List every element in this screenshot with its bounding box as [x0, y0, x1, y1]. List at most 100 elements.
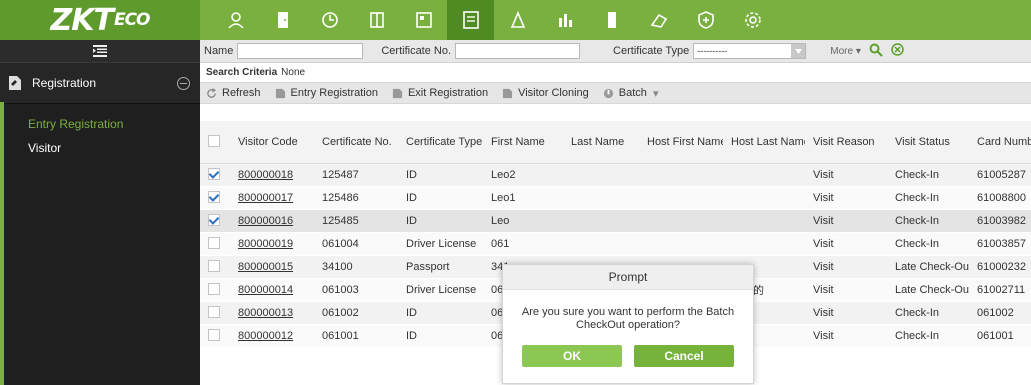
table-cell-type: ID [398, 209, 483, 233]
column-header[interactable]: Host First Name [639, 121, 723, 164]
sidebar-section-label: Registration [32, 76, 97, 90]
table-cell-code[interactable]: 800000017 [230, 186, 314, 210]
visitor-code-link[interactable]: 800000016 [238, 215, 293, 227]
row-select-cell[interactable] [200, 232, 230, 256]
column-header[interactable]: Card Numb [969, 121, 1031, 164]
table-cell-hostf [639, 232, 723, 256]
table-cell-type: Passport [398, 255, 483, 279]
active-indicator [0, 102, 4, 385]
column-header[interactable]: Visit Status [887, 121, 969, 164]
time-attendance-icon[interactable] [306, 0, 353, 40]
system-icon[interactable] [729, 0, 776, 40]
table-cell-card: 61003982 [969, 209, 1031, 233]
visitor-code-link[interactable]: 800000017 [238, 192, 293, 204]
clear-search-icon[interactable] [891, 43, 904, 59]
batch-menu-button[interactable]: Batch ▾ [603, 87, 658, 100]
row-select-cell[interactable] [200, 324, 230, 348]
row-checkbox[interactable] [208, 305, 220, 318]
table-cell-code[interactable]: 800000016 [230, 209, 314, 233]
column-header[interactable]: Certificate No. [314, 121, 398, 164]
sidebar-toggle[interactable] [0, 40, 200, 63]
elevator-icon[interactable] [353, 0, 400, 40]
visitor-icon[interactable] [447, 0, 494, 40]
table-cell-cert: 061004 [314, 232, 398, 256]
sidebar-section-registration[interactable]: Registration [0, 63, 200, 104]
more-link[interactable]: More ▾ [830, 46, 861, 57]
vms-icon[interactable] [635, 0, 682, 40]
row-checkbox[interactable] [208, 190, 220, 203]
table-cell-code[interactable]: 800000018 [230, 163, 314, 187]
sidebar-item-entry-registration[interactable]: Entry Registration [0, 112, 200, 136]
device-icon[interactable] [588, 0, 635, 40]
table-cell-code[interactable]: 800000019 [230, 232, 314, 256]
table-cell-code[interactable]: 800000013 [230, 301, 314, 325]
table-cell-last [563, 186, 639, 210]
table-row[interactable]: 800000018 125487 ID Leo2 Visit Check-In 610052… [200, 163, 1031, 187]
table-row[interactable]: 800000016 125485 ID Leo Visit Check-In 6100398… [200, 209, 1031, 233]
column-header[interactable]: Certificate Type [398, 121, 483, 164]
row-select-cell[interactable] [200, 163, 230, 187]
visitor-code-link[interactable]: 800000012 [238, 330, 293, 342]
dropdown-arrow-icon[interactable] [791, 44, 806, 58]
table-cell-cert: 061003 [314, 278, 398, 302]
row-select-cell[interactable] [200, 209, 230, 233]
row-select-cell[interactable] [200, 278, 230, 302]
patrol-icon[interactable] [541, 0, 588, 40]
sidebar: Registration Entry Registration Visitor [0, 40, 200, 385]
name-input[interactable] [237, 43, 364, 59]
cancel-button[interactable]: Cancel [634, 345, 734, 367]
row-checkbox[interactable] [208, 282, 220, 295]
access-door-icon[interactable] [259, 0, 306, 40]
table-cell-reason: Visit [805, 278, 887, 302]
table-row[interactable]: 800000017 125486 ID Leo1 Visit Check-In 610088… [200, 186, 1031, 210]
column-header[interactable]: Host Last Name [723, 121, 805, 164]
exit-registration-button[interactable]: Exit Registration [392, 87, 488, 99]
table-cell-status: Check-In [887, 209, 969, 233]
row-checkbox[interactable] [208, 213, 220, 226]
floor-icon[interactable] [400, 0, 447, 40]
parking-icon[interactable] [494, 0, 541, 40]
search-criteria-label: Search Criteria [206, 67, 278, 78]
dialog-message: Are you sure you want to perform the Bat… [521, 306, 735, 331]
row-select-cell[interactable] [200, 255, 230, 279]
row-select-cell[interactable] [200, 186, 230, 210]
table-cell-cert: 125486 [314, 186, 398, 210]
table-cell-code[interactable]: 800000015 [230, 255, 314, 279]
search-icon[interactable] [869, 43, 883, 60]
visitor-code-link[interactable]: 800000019 [238, 238, 293, 250]
ok-button[interactable]: OK [522, 345, 622, 367]
table-row[interactable]: 800000019 061004 Driver License 061 Visit Che… [200, 232, 1031, 256]
table-cell-code[interactable]: 800000012 [230, 324, 314, 348]
table-cell-reason: Visit [805, 209, 887, 233]
personnel-icon[interactable] [212, 0, 259, 40]
table-cell-code[interactable]: 800000014 [230, 278, 314, 302]
table-cell-hostf [639, 163, 723, 187]
table-cell-reason: Visit [805, 232, 887, 256]
visitor-code-link[interactable]: 800000015 [238, 261, 293, 273]
certificate-no-input[interactable] [455, 43, 581, 59]
select-all-checkbox[interactable] [208, 134, 220, 147]
certificate-type-value: ---------- [697, 46, 728, 56]
entry-registration-button[interactable]: Entry Registration [275, 87, 378, 99]
row-checkbox[interactable] [208, 328, 220, 341]
visitor-cloning-button[interactable]: Visitor Cloning [502, 87, 589, 99]
security-icon[interactable] [682, 0, 729, 40]
column-header[interactable]: Visit Reason [805, 121, 887, 164]
row-select-cell[interactable] [200, 301, 230, 325]
sidebar-item-visitor[interactable]: Visitor [0, 136, 200, 160]
column-header[interactable]: First Name [483, 121, 563, 164]
column-header[interactable]: Visitor Code [230, 121, 314, 164]
select-all-cell[interactable] [200, 121, 230, 164]
visitor-code-link[interactable]: 800000018 [238, 169, 293, 181]
row-checkbox[interactable] [208, 259, 220, 272]
menu-collapse-icon [93, 45, 107, 57]
refresh-button[interactable]: Refresh [206, 87, 261, 99]
certificate-type-select[interactable]: ---------- [693, 43, 807, 59]
column-header[interactable]: Last Name [563, 121, 639, 164]
collapse-icon[interactable] [177, 76, 190, 90]
row-checkbox[interactable] [208, 236, 220, 249]
table-cell-cert: 125485 [314, 209, 398, 233]
visitor-code-link[interactable]: 800000014 [238, 284, 293, 296]
row-checkbox[interactable] [208, 167, 220, 180]
visitor-code-link[interactable]: 800000013 [238, 307, 293, 319]
